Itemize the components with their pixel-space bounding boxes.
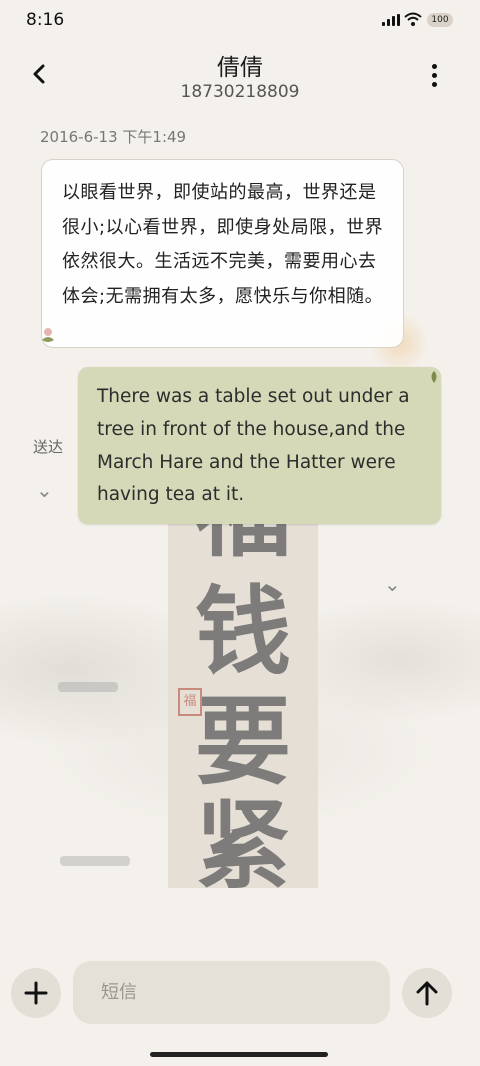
signal-icon xyxy=(382,14,400,26)
outgoing-message-bubble[interactable]: There was a table set out under a tree i… xyxy=(78,367,441,524)
calligraphy-seal: 福 xyxy=(178,688,202,716)
message-input[interactable] xyxy=(73,961,390,1024)
lotus-decoration-icon xyxy=(42,328,54,342)
bird-icon: ⌄ xyxy=(384,572,401,596)
battery-icon: 100 xyxy=(427,13,453,27)
status-bar: 8:16 100 xyxy=(0,0,480,40)
boat-icon xyxy=(60,856,130,866)
wifi-icon xyxy=(404,12,422,26)
home-indicator[interactable] xyxy=(150,1052,328,1057)
more-vertical-icon[interactable] xyxy=(424,60,444,90)
plus-icon xyxy=(24,981,48,1005)
add-attachment-button[interactable] xyxy=(11,968,61,1018)
message-timestamp: 2016-6-13 下午1:49 xyxy=(40,128,187,146)
background-calligraphy-scroll: 福 钱 要 紧 福 xyxy=(168,457,318,902)
delivery-status: 送达 xyxy=(33,438,64,456)
conversation-header: 倩倩 18730218809 xyxy=(0,44,480,110)
calligraphy-glyph: 紧 xyxy=(195,789,291,902)
bird-icon: ⌄ xyxy=(36,478,53,502)
contact-name: 倩倩 xyxy=(217,55,263,81)
incoming-message-bubble[interactable]: 以眼看世界，即使站的最高，世界还是很小;以心看世界，即使身处局限，世界依然很大。… xyxy=(41,159,404,348)
leaf-decoration-icon xyxy=(431,371,437,383)
boat-icon xyxy=(58,682,118,692)
contact-number: 18730218809 xyxy=(180,82,300,102)
send-button[interactable] xyxy=(402,968,452,1018)
status-time: 8:16 xyxy=(26,10,65,30)
send-arrow-icon xyxy=(416,981,438,1006)
